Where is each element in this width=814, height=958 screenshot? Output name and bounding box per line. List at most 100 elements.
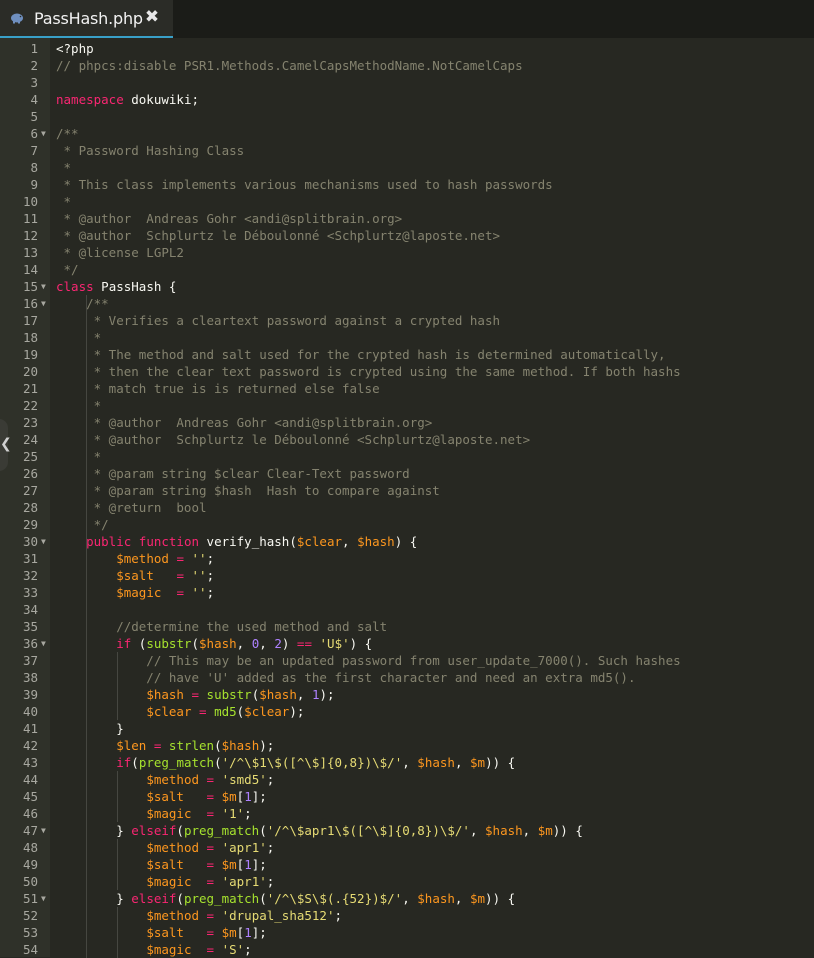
line-number: 4 xyxy=(30,92,38,107)
code-line: $clear = md5($clear); xyxy=(146,704,305,719)
line-number: 43 xyxy=(22,755,38,770)
code-line: * xyxy=(56,398,102,413)
code-line: $salt = $m[1]; xyxy=(146,789,267,804)
side-panel-toggle[interactable]: ❮ xyxy=(0,419,12,471)
line-number: 12 xyxy=(22,228,38,243)
fold-arrow-icon[interactable]: ▼ xyxy=(41,125,49,142)
line-number: 48 xyxy=(22,840,38,855)
line-number: 53 xyxy=(22,925,38,940)
line-number: 9 xyxy=(30,177,38,192)
code-line: //determine the used method and salt xyxy=(56,619,388,634)
indent-guide xyxy=(86,295,87,958)
code-line: $hash = substr($hash, 1); xyxy=(146,687,335,702)
code-line: * @author Schplurtz le Déboulonné <Schpl… xyxy=(56,432,531,447)
close-icon[interactable]: ✖ xyxy=(143,7,161,27)
line-number: 47 xyxy=(22,823,38,838)
line-number: 51 xyxy=(22,891,38,906)
code-line: // have 'U' added as the first character… xyxy=(56,670,636,685)
line-number: 22 xyxy=(22,398,38,413)
line-number: 10 xyxy=(22,194,38,209)
line-number: 8 xyxy=(30,160,38,175)
code-line: $method = 'smd5'; xyxy=(146,772,275,787)
line-number: 2 xyxy=(30,58,38,73)
code-line: } elseif(preg_match('/^\$apr1\$([^\$]{0,… xyxy=(56,823,583,838)
fold-arrow-icon[interactable]: ▼ xyxy=(41,533,49,550)
code-line: <?php xyxy=(56,41,94,56)
code-line: */ xyxy=(56,517,109,532)
indent-guide xyxy=(117,652,118,720)
code-line: * @author Andreas Gohr <andi@splitbrain.… xyxy=(56,211,403,226)
line-number: 40 xyxy=(22,704,38,719)
code-line: */ xyxy=(56,262,79,277)
code-line: $len = strlen($hash); xyxy=(116,738,275,753)
code-line: public function verify_hash($clear, $has… xyxy=(86,534,418,549)
code-line: } elseif(preg_match('/^\$S\$(.{52})$/', … xyxy=(56,891,516,906)
line-number: 19 xyxy=(22,347,38,362)
code-line: * @param string $hash Hash to compare ag… xyxy=(56,483,440,498)
code-line: * This class implements various mechanis… xyxy=(56,177,553,192)
code-line: $method = 'drupal_sha512'; xyxy=(146,908,343,923)
fold-arrow-icon[interactable]: ▼ xyxy=(41,635,49,652)
line-number: 3 xyxy=(30,75,38,90)
line-number: 34 xyxy=(22,602,38,617)
code-line: $salt = ''; xyxy=(116,568,215,583)
code-line: /** xyxy=(56,126,79,141)
line-number: 30 xyxy=(22,534,38,549)
code-line: * Password Hashing Class xyxy=(56,143,245,158)
line-number: 11 xyxy=(22,211,38,226)
line-number: 39 xyxy=(22,687,38,702)
line-number: 7 xyxy=(30,143,38,158)
line-number: 45 xyxy=(22,789,38,804)
line-number: 41 xyxy=(22,721,38,736)
line-number: 50 xyxy=(22,874,38,889)
code-line: * then the clear text password is crypte… xyxy=(56,364,681,379)
code-line: * Verifies a cleartext password against … xyxy=(56,313,501,328)
line-number: 13 xyxy=(22,245,38,260)
line-number: 20 xyxy=(22,364,38,379)
code-line: * @return bool xyxy=(56,500,207,515)
tab-title: PassHash.php xyxy=(34,9,143,28)
line-number: 44 xyxy=(22,772,38,787)
line-number: 54 xyxy=(22,942,38,957)
fold-arrow-icon[interactable]: ▼ xyxy=(41,890,49,907)
code-line: if(preg_match('/^\$1\$([^\$]{0,8})\$/', … xyxy=(116,755,516,770)
fold-arrow-icon[interactable]: ▼ xyxy=(41,822,49,839)
code-line: /** xyxy=(56,296,109,311)
code-line: * xyxy=(56,449,102,464)
line-number: 27 xyxy=(22,483,38,498)
code-line: $method = 'apr1'; xyxy=(146,840,275,855)
line-number: 42 xyxy=(22,738,38,753)
line-number: 17 xyxy=(22,313,38,328)
code-line: class PassHash { xyxy=(56,279,177,294)
line-number: 29 xyxy=(22,517,38,532)
line-number: 49 xyxy=(22,857,38,872)
line-number: 31 xyxy=(22,551,38,566)
line-number: 35 xyxy=(22,619,38,634)
line-number: 14 xyxy=(22,262,38,277)
tab-passhash-php[interactable]: PassHash.php ✖ xyxy=(0,0,173,38)
code-line: $method = ''; xyxy=(116,551,215,566)
line-number: 15 xyxy=(22,279,38,294)
code-line: $salt = $m[1]; xyxy=(146,857,267,872)
line-number: 28 xyxy=(22,500,38,515)
fold-arrow-icon[interactable]: ▼ xyxy=(41,278,49,295)
line-number: 16 xyxy=(22,296,38,311)
line-number-gutter: 1 2 3 4 5 6 ▼ 7 8 9 10 11 12 13 14 15 ▼ 16 ▼ 17 18 19 20 21 22 23… xyxy=(0,38,50,957)
code-line: * xyxy=(56,194,72,209)
code-line: * match true is is returned else false xyxy=(56,381,380,396)
code-editor[interactable]: 1 2 3 4 5 6 ▼ 7 8 9 10 11 12 13 14 15 ▼ 16 ▼ 17 18 19 20 21 22 23… xyxy=(0,38,814,958)
code-line: // This may be an updated password from … xyxy=(56,653,681,668)
code-line: $salt = $m[1]; xyxy=(146,925,267,940)
line-number: 38 xyxy=(22,670,38,685)
line-number: 36 xyxy=(22,636,38,651)
indent-guide xyxy=(117,771,118,822)
line-number: 52 xyxy=(22,908,38,923)
indent-guide xyxy=(117,907,118,958)
code-line: * @author Andreas Gohr <andi@splitbrain.… xyxy=(56,415,433,430)
fold-arrow-icon[interactable]: ▼ xyxy=(41,295,49,312)
code-line: * The method and salt used for the crypt… xyxy=(56,347,666,362)
code-line: if (substr($hash, 0, 2) == 'U$') { xyxy=(116,636,373,651)
code-line: } xyxy=(56,721,124,736)
line-number: 32 xyxy=(22,568,38,583)
line-number: 46 xyxy=(22,806,38,821)
